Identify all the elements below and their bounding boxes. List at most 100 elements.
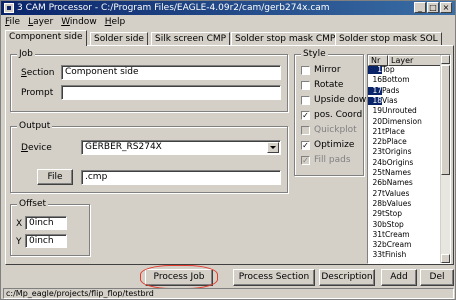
layer-row[interactable]: 29tStop [368, 210, 402, 218]
file-button[interactable]: File [37, 169, 73, 185]
scroll-up-icon[interactable] [441, 55, 450, 64]
layer-row[interactable]: 27tValues [368, 188, 409, 198]
menu-file[interactable]: File [5, 16, 20, 28]
device-select[interactable]: GERBER_RS274X [81, 140, 281, 155]
layer-number: 1 [368, 66, 382, 74]
add-button[interactable]: Add [381, 269, 417, 286]
layer-number: 29 [372, 209, 382, 219]
style-option-fill-pads: ✓ Fill pads [301, 155, 351, 166]
checkbox-label: Upside down [314, 95, 372, 105]
layer-row[interactable]: 19Unrouted [368, 107, 416, 115]
prompt-label: Prompt [21, 88, 54, 98]
layer-row[interactable]: 31tCream [368, 229, 410, 239]
tab-solder-stop-mask-sol[interactable]: Solder stop mask SOL [335, 32, 442, 45]
layer-name: Bottom [382, 75, 410, 85]
maximize-button[interactable]: □ [427, 2, 439, 13]
checkbox-label: pos. Coord [314, 110, 363, 120]
output-group-label: Output [17, 121, 53, 131]
layer-row[interactable]: 21tPlace [368, 126, 404, 136]
chevron-down-icon[interactable] [267, 142, 279, 153]
layer-name: tStop [382, 209, 402, 219]
layer-number: 26 [372, 178, 382, 188]
layer-row[interactable]: 24bOrigins [368, 157, 414, 167]
layer-list-scrollbar[interactable] [440, 55, 450, 263]
layer-row[interactable]: 17Pads [368, 85, 400, 95]
checkbox[interactable] [301, 95, 310, 105]
tab-solder-side[interactable]: Solder side [90, 32, 148, 45]
layer-name: tCream [382, 229, 410, 239]
tab-solder-stop-mask-cmp[interactable]: Solder stop mask CMP [231, 32, 340, 45]
layer-name: bOrigins [382, 157, 414, 167]
del-button[interactable]: Del [420, 269, 454, 286]
style-group-label: Style [301, 49, 328, 59]
del-label: Del [429, 272, 445, 282]
scroll-down-icon[interactable] [441, 254, 450, 263]
output-group: Output Device GERBER_RS274X File .cmp [10, 121, 288, 193]
checkbox[interactable] [301, 80, 310, 90]
menu-layer[interactable]: Layer [28, 16, 53, 28]
layer-name: Pads [382, 85, 400, 95]
layer-number: 27 [372, 188, 382, 198]
layer-number: 22 [372, 137, 382, 147]
scroll-thumb[interactable] [441, 65, 450, 175]
add-label: Add [390, 272, 408, 282]
layer-row[interactable]: 28bValues [368, 199, 411, 208]
style-group: Style Mirror Rotate Upside down ✓ pos. Coord… [294, 49, 372, 176]
layer-row[interactable]: 16Bottom [368, 75, 410, 85]
layer-row[interactable]: 33tFinish [368, 251, 406, 259]
checkbox[interactable]: ✓ [301, 140, 310, 150]
process-section-label: Process Section [238, 272, 310, 282]
layer-row[interactable]: 1Top [368, 66, 395, 74]
offset-x-input[interactable]: 0inch [25, 216, 67, 230]
close-button[interactable]: × [440, 2, 452, 13]
prompt-input[interactable] [61, 85, 281, 100]
process-section-button[interactable]: Process Section [233, 269, 315, 286]
menu-window[interactable]: Window [61, 16, 97, 28]
tab-component-side[interactable]: Component side [5, 30, 87, 46]
layer-name: tFinish [382, 250, 407, 260]
layer-name: bStop [382, 219, 404, 229]
layer-row[interactable]: 22bPlace [368, 137, 406, 147]
style-option-rotate[interactable]: Rotate [301, 80, 343, 91]
layer-row[interactable]: 20Dimension [368, 116, 421, 126]
style-option-mirror[interactable]: Mirror [301, 65, 341, 76]
checkbox[interactable]: ✓ [301, 110, 310, 120]
style-option-pos-coord[interactable]: ✓ pos. Coord [301, 110, 362, 121]
layer-number: 21 [372, 126, 382, 136]
device-label: Device [21, 143, 52, 153]
checkbox[interactable] [301, 65, 310, 75]
menu-help[interactable]: Help [105, 16, 126, 28]
tab-silk-screen-cmp[interactable]: Silk screen CMP [151, 32, 231, 45]
offset-group: Offset X 0inch Y 0inch [10, 199, 90, 256]
menu-bar: File Layer Window Help [3, 16, 125, 28]
layer-row[interactable]: 25tNames [368, 169, 411, 177]
style-option-upside-down[interactable]: Upside down [301, 95, 372, 106]
offset-y-input[interactable]: 0inch [25, 234, 67, 248]
layer-number: 31 [372, 229, 382, 239]
file-input[interactable]: .cmp [81, 170, 281, 185]
section-label: Section [21, 68, 55, 78]
cam-processor-window: 3 CAM Processor - C:/Program Files/EAGLE… [0, 0, 456, 300]
tab-panel: Job Section Component side Prompt Output… [5, 45, 454, 265]
minimize-button[interactable]: _ [414, 2, 426, 13]
style-option-optimize[interactable]: ✓ Optimize [301, 140, 354, 151]
checkbox-label: Rotate [314, 80, 344, 90]
layer-number: 23 [372, 147, 382, 157]
title-bar[interactable]: 3 CAM Processor - C:/Program Files/EAGLE… [1, 1, 455, 15]
layer-row[interactable]: 32bCream [368, 241, 411, 249]
style-option-quickplot: Quickplot [301, 125, 357, 136]
device-value: GERBER_RS274X [85, 142, 162, 152]
layer-list[interactable]: Nr Layer 1Top 16Bottom 17Pads 18Vias 19Unrou… [367, 54, 451, 264]
layer-number: 32 [372, 240, 382, 250]
layer-row[interactable]: 30bStop [368, 219, 404, 229]
layer-row[interactable]: 23tOrigins [368, 147, 412, 157]
description-button[interactable]: Description [319, 269, 375, 286]
layer-number: 33 [372, 250, 382, 260]
layer-header-name[interactable]: Layer [388, 55, 442, 66]
layer-number: 20 [372, 116, 382, 126]
layer-row[interactable]: 26bNames [368, 178, 412, 188]
layer-name: tOrigins [382, 147, 412, 157]
layer-row[interactable]: 18Vias [368, 96, 398, 105]
section-input[interactable]: Component side [61, 65, 281, 80]
process-job-button[interactable]: Process Job [145, 269, 213, 286]
